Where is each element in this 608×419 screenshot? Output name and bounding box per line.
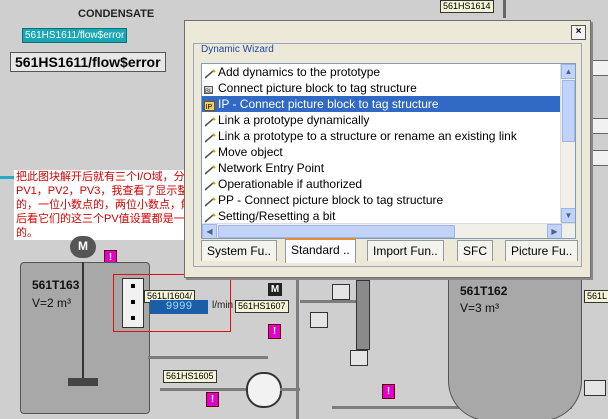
level-marker — [131, 300, 135, 304]
wand-icon — [204, 131, 216, 143]
alarm-badge[interactable]: ! — [382, 384, 395, 399]
dialog-title: Dynamic Wizard — [199, 44, 276, 55]
list-item-label: Connect picture block to tag structure — [218, 81, 417, 95]
list-item[interactable]: Link a prototype dynamically — [202, 112, 575, 128]
wand-icon — [204, 163, 216, 175]
tank-right-name: 561T162 — [460, 284, 508, 298]
section-title: CONDENSATE — [78, 8, 155, 20]
list-item[interactable]: Network Entry Point — [202, 160, 575, 176]
ip-icon: IP — [204, 99, 216, 111]
tab-sfc[interactable]: SFC — [457, 240, 493, 261]
valve-icon[interactable] — [584, 380, 606, 396]
list-item[interactable]: IP IP - Connect picture block to tag stru… — [202, 96, 575, 112]
scroll-up-icon[interactable]: ▲ — [561, 64, 575, 79]
list-item[interactable]: Add dynamics to the prototype — [202, 64, 575, 80]
column-indicator — [356, 280, 370, 350]
level-marker — [131, 316, 135, 320]
vertical-scrollbar[interactable]: ▲ ▼ — [560, 64, 575, 223]
flow-value-field[interactable]: 9999 — [150, 300, 208, 314]
tab-standard[interactable]: Standard .. — [285, 238, 356, 263]
close-icon[interactable]: × — [571, 25, 586, 40]
valve-icon[interactable] — [350, 350, 368, 366]
pipe-gray — [160, 388, 246, 391]
list-item-label: Link a prototype dynamically — [218, 113, 370, 127]
toolbar-button[interactable] — [592, 118, 608, 134]
pipe-gray — [148, 356, 268, 359]
valve-icon[interactable] — [310, 312, 328, 328]
scroll-down-icon[interactable]: ▼ — [561, 208, 575, 223]
wand-icon — [204, 195, 216, 207]
horizontal-scrollbar[interactable]: ◀ ▶ — [202, 223, 575, 238]
pipe-gray — [300, 300, 360, 303]
scroll-thumb[interactable] — [218, 225, 455, 238]
svg-text:IP: IP — [206, 104, 213, 111]
tank-right-volume: V=3 m³ — [460, 301, 500, 315]
tag-flow-error-small[interactable]: 561HS1611/flow$error — [22, 28, 128, 43]
tab-import-fun[interactable]: Import Fun.. — [367, 240, 444, 261]
agitator-shaft — [82, 262, 84, 382]
alarm-badge[interactable]: ! — [268, 324, 281, 339]
toolbar-button[interactable] — [592, 150, 608, 166]
list-item[interactable]: Link a prototype to a structure or renam… — [202, 128, 575, 144]
tag-flow-error-big[interactable]: 561HS1611/flow$error — [10, 52, 166, 72]
list-item-label: Network Entry Point — [218, 161, 325, 175]
list-item-label: PP - Connect picture block to tag struct… — [218, 193, 444, 207]
list-item[interactable]: BL Connect picture block to tag structure — [202, 80, 575, 96]
list-item[interactable]: Operationable if authorized — [202, 176, 575, 192]
wand-icon — [204, 211, 216, 223]
tag-right-edge[interactable]: 561L — [584, 290, 608, 303]
valve-icon[interactable] — [332, 284, 350, 300]
level-marker — [131, 284, 135, 288]
pipe-vertical — [503, 0, 506, 18]
dialog-title-bar[interactable] — [185, 21, 590, 43]
tag-hs1605[interactable]: 561HS1605 — [163, 370, 217, 383]
tank-left-name: 561T163 — [32, 278, 80, 292]
category-tabs: System Fu.. Standard .. Import Fun.. SFC Pic… — [201, 238, 579, 263]
pipe-gray — [280, 388, 300, 391]
list-item-label: Setting/Resetting a bit — [218, 209, 336, 223]
agitator-blade — [68, 378, 98, 386]
wand-icon — [204, 115, 216, 127]
block-icon: BL — [204, 83, 216, 95]
toolbar-button[interactable] — [592, 60, 608, 76]
list-item-label: Add dynamics to the prototype — [218, 65, 381, 79]
motor-label: M — [78, 239, 88, 253]
function-list[interactable]: Add dynamics to the prototype BL Connect p… — [201, 63, 576, 239]
list-item[interactable]: Setting/Resetting a bit — [202, 208, 575, 224]
tag-hs1607[interactable]: 561HS1607 — [235, 300, 289, 313]
list-item-label: Link a prototype to a structure or renam… — [218, 129, 517, 143]
motor-button[interactable]: M — [268, 283, 282, 296]
list-item-label: Operationable if authorized — [218, 177, 363, 191]
dynamic-wizard-dialog: × Dynamic Wizard Add dynamics to the pro… — [184, 20, 591, 278]
flow-unit: l/min — [212, 300, 234, 311]
list-item[interactable]: PP - Connect picture block to tag struct… — [202, 192, 575, 208]
list-item-label: Move object — [218, 145, 283, 159]
wand-icon — [204, 179, 216, 191]
scroll-right-icon[interactable]: ▶ — [547, 224, 562, 238]
pump-icon[interactable] — [246, 372, 282, 408]
svg-text:BL: BL — [205, 89, 213, 95]
tank-left-volume: V=2 m³ — [32, 296, 72, 310]
alarm-badge[interactable]: ! — [206, 392, 219, 407]
scroll-left-icon[interactable]: ◀ — [202, 224, 217, 238]
wand-icon — [204, 147, 216, 159]
tag-hs1614[interactable]: 561HS1614 — [440, 0, 494, 13]
scroll-thumb[interactable] — [562, 80, 575, 142]
wand-icon — [204, 67, 216, 79]
tab-system-fu[interactable]: System Fu.. — [201, 240, 278, 261]
list-item-label: IP - Connect picture block to tag struct… — [218, 97, 439, 111]
tab-picture-fu[interactable]: Picture Fu.. — [505, 240, 579, 261]
pipe-gray — [296, 280, 299, 419]
list-item[interactable]: Move object — [202, 144, 575, 160]
